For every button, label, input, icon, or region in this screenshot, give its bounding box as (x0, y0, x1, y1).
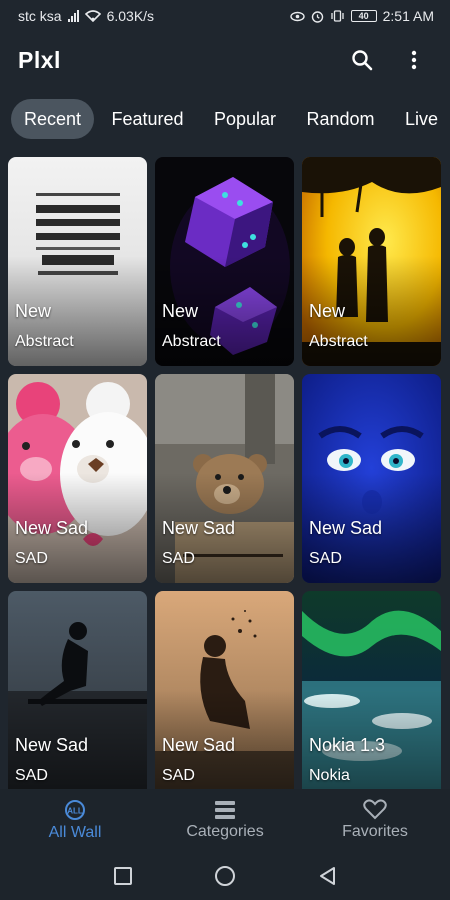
search-icon (352, 50, 373, 71)
nav-label: All Wall (48, 823, 102, 841)
svg-text:ALL: ALL (67, 806, 83, 815)
wallpaper-title: Nokia 1.3 (309, 735, 386, 755)
system-navigation-bar (0, 851, 450, 900)
wallpaper-card[interactable]: Nokia 1.3 Nokia (302, 591, 441, 789)
wallpaper-category: SAD (309, 550, 342, 567)
clock: 2:51 AM (382, 8, 434, 24)
status-left: stc ksa 6.03K/s (18, 8, 154, 24)
wallpaper-title: New Sad (162, 735, 236, 755)
all-wall-icon: ALL (65, 799, 85, 820)
circle-icon (215, 865, 235, 886)
search-button[interactable] (342, 40, 382, 80)
nav-favorites[interactable]: Favorites (300, 789, 450, 851)
wallpaper-card[interactable]: New Sad SAD (155, 374, 294, 583)
more-vert-icon (411, 50, 417, 70)
wallpaper-category: Abstract (309, 333, 368, 350)
categories-icon (215, 800, 235, 819)
home-button[interactable] (210, 861, 240, 891)
status-right: 40 2:51 AM (289, 8, 434, 24)
back-button[interactable] (312, 861, 342, 891)
wallpaper-category: Abstract (15, 333, 74, 350)
wallpaper-title: New Sad (15, 735, 89, 755)
nav-label: Categories (186, 822, 264, 840)
wallpaper-card[interactable]: New Abstract (8, 157, 147, 366)
status-bar: stc ksa 6.03K/s 40 2:51 AM (0, 0, 450, 32)
app-bar: Plxl (0, 32, 450, 88)
wallpaper-title: New (162, 301, 199, 321)
overflow-menu-button[interactable] (394, 40, 434, 80)
wallpaper-card[interactable]: New Abstract (302, 157, 441, 366)
signal-icon (67, 10, 79, 22)
wallpaper-category: SAD (162, 767, 195, 784)
wallpaper-category: Nokia (309, 767, 350, 784)
app-title: Plxl (18, 46, 61, 73)
carrier-name: stc ksa (18, 8, 62, 24)
wallpaper-category: SAD (15, 767, 48, 784)
wallpaper-title: New Sad (309, 518, 383, 538)
wallpaper-title: New (15, 301, 52, 321)
back-triangle-icon (320, 866, 335, 885)
wallpaper-card[interactable]: New Sad SAD (8, 591, 147, 789)
wallpaper-category: SAD (162, 550, 195, 567)
tab-random[interactable]: Random (294, 99, 388, 139)
tab-live[interactable]: Live (392, 99, 450, 139)
nav-label: Favorites (342, 823, 408, 840)
wallpaper-card[interactable]: New Sad SAD (155, 591, 294, 789)
wallpaper-card[interactable]: New Abstract (155, 157, 294, 366)
bottom-navigation: ALL All Wall Categories Favorites (0, 789, 450, 851)
wallpaper-card[interactable]: New Sad SAD (302, 374, 441, 583)
nav-all-wall[interactable]: ALL All Wall (0, 789, 150, 851)
recents-button[interactable] (108, 861, 138, 891)
battery-icon: 40 (350, 10, 377, 22)
wallpaper-title: New Sad (15, 518, 89, 538)
alarm-icon (311, 10, 323, 23)
wallpaper-category: SAD (15, 550, 48, 567)
wifi-icon (84, 10, 101, 22)
square-icon (114, 866, 132, 885)
category-tabs: Recent Featured Popular Random Live (0, 99, 450, 141)
wallpaper-card[interactable]: New Sad SAD (8, 374, 147, 583)
vibrate-icon (330, 10, 344, 22)
tab-popular[interactable]: Popular (201, 99, 289, 139)
nav-categories[interactable]: Categories (150, 789, 300, 851)
network-speed: 6.03K/s (106, 8, 155, 24)
tab-recent[interactable]: Recent (11, 99, 95, 139)
wallpaper-category: Abstract (162, 333, 221, 350)
eye-icon (289, 11, 305, 21)
heart-icon (363, 799, 387, 820)
wallpaper-title: New (309, 301, 346, 321)
wallpaper-grid: New Abstract New Abstract New Abstract N… (8, 157, 442, 789)
wallpaper-title: New Sad (162, 518, 236, 538)
tab-featured[interactable]: Featured (99, 99, 197, 139)
